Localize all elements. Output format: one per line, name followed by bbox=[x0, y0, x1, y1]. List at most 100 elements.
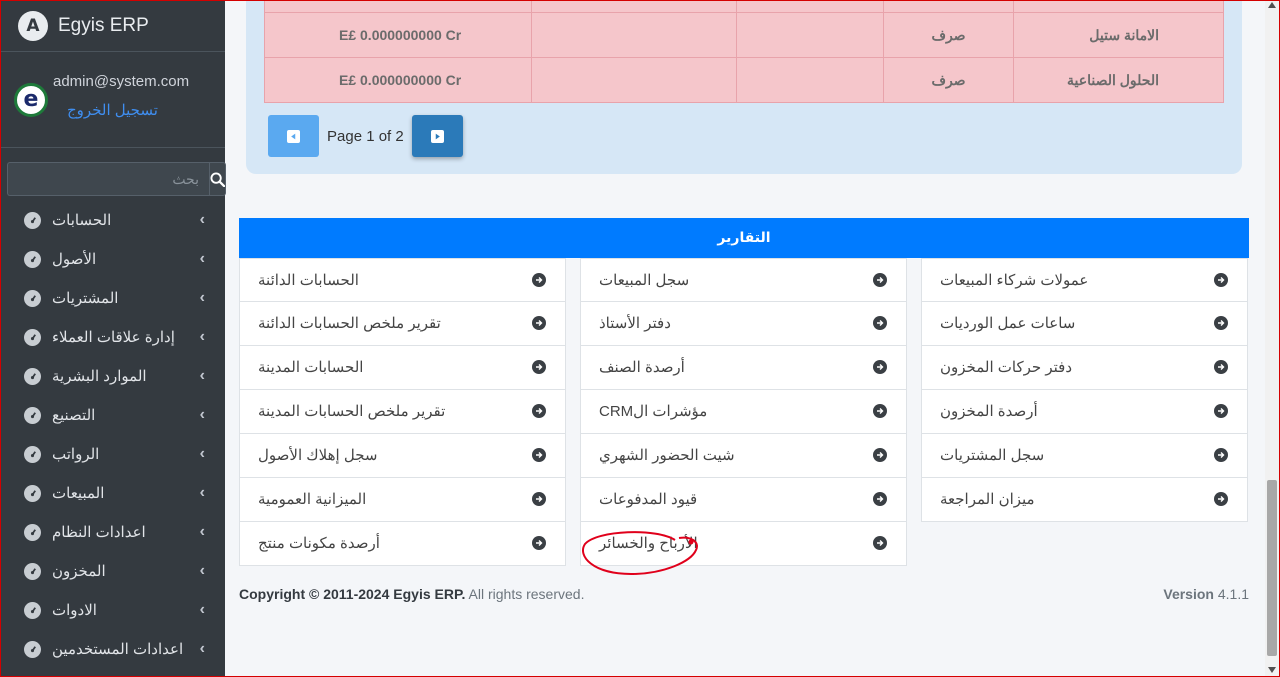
arrow-circle-right-icon bbox=[873, 492, 887, 506]
account-name-cell: الامانة ستيل bbox=[1013, 12, 1224, 58]
sidebar-item-accounts[interactable]: الحسابات ‹ bbox=[0, 201, 225, 240]
report-link[interactable]: سجل المبيعات bbox=[580, 258, 907, 302]
caret-right-icon bbox=[430, 129, 444, 143]
sidebar-item-tools[interactable]: الادوات ‹ bbox=[0, 591, 225, 630]
logout-link[interactable]: تسجيل الخروج bbox=[67, 101, 158, 119]
sidebar-item-label: المشتريات bbox=[52, 290, 119, 307]
sidebar-item-sales[interactable]: المبيعات ‹ bbox=[0, 474, 225, 513]
sidebar-item-payroll[interactable]: الرواتب ‹ bbox=[0, 435, 225, 474]
sidebar-item-label: الرواتب bbox=[52, 446, 100, 463]
copyright-suffix: All rights reserved. bbox=[468, 586, 585, 602]
report-link[interactable]: تقرير ملخص الحسابات الدائنة bbox=[239, 302, 566, 346]
report-link[interactable]: مؤشرات الCRM bbox=[580, 390, 907, 434]
sidebar-item-label: اعدادات النظام bbox=[52, 524, 146, 541]
report-label: تقرير ملخص الحسابات المدينة bbox=[258, 403, 446, 420]
arrow-circle-right-icon bbox=[1214, 360, 1228, 374]
arrow-circle-right-icon bbox=[1214, 404, 1228, 418]
copyright-prefix: Copyright © 2011-2024 bbox=[239, 586, 390, 602]
sidebar-nav: الحسابات ‹ الأصول ‹ المشتريات ‹ إدارة علاقا… bbox=[0, 201, 225, 669]
sidebar-item-label: الحسابات bbox=[52, 212, 112, 229]
sidebar-item-label: الادوات bbox=[52, 602, 97, 619]
brand-logo-letter: A bbox=[26, 15, 40, 36]
report-link[interactable]: ميزان المراجعة bbox=[921, 478, 1248, 522]
report-link[interactable]: دفتر الأستاذ bbox=[580, 302, 907, 346]
report-label: عمولات شركاء المبيعات bbox=[940, 272, 1089, 289]
report-link-profit-loss[interactable]: الأرباح والخسائر bbox=[580, 522, 907, 566]
empty-cell bbox=[736, 12, 884, 58]
arrow-circle-right-icon bbox=[873, 536, 887, 550]
report-link[interactable]: عمولات شركاء المبيعات bbox=[921, 258, 1248, 302]
arrow-circle-right-icon bbox=[532, 360, 546, 374]
report-label: شيت الحضور الشهري bbox=[599, 447, 735, 464]
sidebar-item-manufacturing[interactable]: التصنيع ‹ bbox=[0, 396, 225, 435]
chevron-left-icon: ‹ bbox=[199, 484, 205, 501]
sidebar-item-system-settings[interactable]: اعدادات النظام ‹ bbox=[0, 513, 225, 552]
table-row bbox=[264, 0, 1224, 13]
chevron-left-icon: ‹ bbox=[199, 562, 205, 579]
report-label: قيود المدفوعات bbox=[599, 491, 698, 508]
sidebar-item-hr[interactable]: الموارد البشرية ‹ bbox=[0, 357, 225, 396]
dashboard-gauge-icon bbox=[24, 368, 41, 385]
reports-column-left: الحسابات الدائنة تقرير ملخص الحسابات الد… bbox=[239, 258, 566, 566]
scroll-down-arrow-icon[interactable] bbox=[1268, 667, 1276, 673]
arrow-circle-right-icon bbox=[873, 448, 887, 462]
sidebar-item-user-settings[interactable]: اعدادات المستخدمين ‹ bbox=[0, 630, 225, 669]
chevron-left-icon: ‹ bbox=[199, 445, 205, 462]
report-link[interactable]: ساعات عمل الورديات bbox=[921, 302, 1248, 346]
previous-page-button[interactable] bbox=[268, 115, 319, 157]
pagination: Page 1 of 2 bbox=[268, 115, 463, 157]
next-page-button[interactable] bbox=[411, 115, 463, 157]
sidebar-item-purchases[interactable]: المشتريات ‹ bbox=[0, 279, 225, 318]
sidebar-item-crm[interactable]: إدارة علاقات العملاء ‹ bbox=[0, 318, 225, 357]
dashboard-gauge-icon bbox=[24, 290, 41, 307]
copyright-brand-link[interactable]: Egyis ERP. bbox=[393, 586, 465, 602]
brand-link[interactable]: A Egyis ERP bbox=[0, 0, 225, 52]
arrow-circle-right-icon bbox=[532, 536, 546, 550]
report-link[interactable]: دفتر حركات المخزون bbox=[921, 346, 1248, 390]
report-label: سجل المبيعات bbox=[599, 272, 690, 289]
dashboard-gauge-icon bbox=[24, 212, 41, 229]
brand-name: Egyis ERP bbox=[58, 14, 149, 36]
sidebar-item-label: الأصول bbox=[52, 251, 97, 268]
sidebar-item-label: إدارة علاقات العملاء bbox=[52, 329, 175, 346]
brand-logo: A bbox=[18, 10, 48, 41]
report-link[interactable]: أرصدة المخزون bbox=[921, 390, 1248, 434]
scroll-up-arrow-icon[interactable] bbox=[1268, 2, 1276, 8]
main-content: E£ 0.000000000 Cr صرف الامانة ستيل E£ 0.… bbox=[225, 0, 1265, 677]
page-scrollbar[interactable] bbox=[1265, 0, 1279, 677]
search-button[interactable] bbox=[209, 162, 226, 196]
chevron-left-icon: ‹ bbox=[199, 250, 205, 267]
sidebar-item-label: المبيعات bbox=[52, 485, 105, 502]
dashboard-gauge-icon bbox=[24, 563, 41, 580]
arrow-circle-right-icon bbox=[532, 448, 546, 462]
report-link[interactable]: شيت الحضور الشهري bbox=[580, 434, 907, 478]
arrow-circle-right-icon bbox=[532, 492, 546, 506]
dashboard-gauge-icon bbox=[24, 329, 41, 346]
report-link[interactable]: الحسابات المدينة bbox=[239, 346, 566, 390]
report-link[interactable]: أرصدة مكونات منتج bbox=[239, 522, 566, 566]
table-row: E£ 0.000000000 Cr صرف الامانة ستيل bbox=[264, 12, 1224, 58]
scrollbar-thumb[interactable] bbox=[1267, 480, 1277, 656]
dashboard-gauge-icon bbox=[24, 602, 41, 619]
report-link[interactable]: الميزانية العمومية bbox=[239, 478, 566, 522]
report-link[interactable]: أرصدة الصنف bbox=[580, 346, 907, 390]
arrow-circle-right-icon bbox=[873, 316, 887, 330]
arrow-circle-right-icon bbox=[1214, 492, 1228, 506]
report-link[interactable]: سجل المشتريات bbox=[921, 434, 1248, 478]
search-input[interactable] bbox=[7, 162, 209, 196]
dashboard-gauge-icon bbox=[24, 641, 41, 658]
empty-cell bbox=[531, 12, 737, 58]
sidebar-search bbox=[7, 162, 226, 196]
sidebar-item-assets[interactable]: الأصول ‹ bbox=[0, 240, 225, 279]
report-link[interactable]: الحسابات الدائنة bbox=[239, 258, 566, 302]
chevron-left-icon: ‹ bbox=[199, 328, 205, 345]
caret-left-icon bbox=[287, 129, 300, 143]
report-link[interactable]: سجل إهلاك الأصول bbox=[239, 434, 566, 478]
sidebar-item-inventory[interactable]: المخزون ‹ bbox=[0, 552, 225, 591]
report-link[interactable]: تقرير ملخص الحسابات المدينة bbox=[239, 390, 566, 434]
chevron-left-icon: ‹ bbox=[199, 289, 205, 306]
report-label: الميزانية العمومية bbox=[258, 491, 367, 508]
report-link[interactable]: قيود المدفوعات bbox=[580, 478, 907, 522]
amount-cell: E£ 0.000000000 Cr bbox=[264, 12, 532, 58]
arrow-circle-right-icon bbox=[873, 273, 887, 287]
